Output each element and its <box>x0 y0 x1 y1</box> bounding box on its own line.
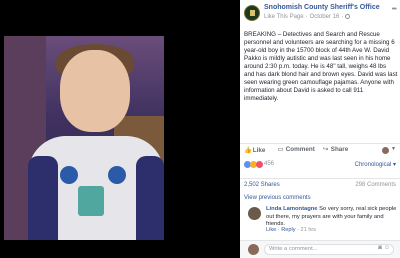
love-reaction-icon <box>256 161 263 168</box>
globe-icon <box>345 14 351 19</box>
share-label: Share <box>330 146 349 153</box>
viewer-avatar[interactable] <box>382 147 389 154</box>
comment-input[interactable]: Write a comment... <box>264 244 394 255</box>
photo-child-sleeve-left <box>28 156 58 240</box>
page-name-link[interactable]: Snohomish County Sheriff's Office <box>264 4 380 11</box>
comment-label: Comment <box>285 146 315 153</box>
photo-shirt-badge-right <box>108 166 126 184</box>
chevron-down-icon[interactable]: ▼ <box>391 146 396 152</box>
comment-composer: Write a comment... ◙☺ <box>240 240 400 258</box>
like-label: Like <box>252 147 266 154</box>
reactions-count[interactable]: 456 <box>264 161 274 167</box>
post-header: Snohomish County Sheriff's Office Like T… <box>240 0 400 28</box>
photo-viewer <box>0 0 240 258</box>
comment-like-link[interactable]: Like <box>266 227 276 233</box>
comments-count: 298 Comments <box>355 182 396 188</box>
shares-row: 2,502 Shares 298 Comments <box>240 178 400 190</box>
share-arrow-icon: ↪ <box>322 146 329 153</box>
post-photo[interactable] <box>4 36 164 240</box>
comment-reply-link[interactable]: Reply <box>281 227 295 233</box>
sheriff-badge-icon[interactable] <box>244 5 260 21</box>
photo-name-tag <box>78 186 104 216</box>
shares-count-link[interactable]: 2,502 Shares <box>244 182 280 188</box>
comment-item: Linda Lamontagne So very sorry, real sic… <box>240 204 400 238</box>
more-dots-icon[interactable]: ••• <box>392 6 397 13</box>
comment-author-link[interactable]: Linda Lamontagne <box>266 206 318 212</box>
share-button[interactable]: ↪ Share <box>322 146 348 153</box>
action-bar: 👍 Like ▭ Comment ↪ Share ▼ <box>240 143 400 155</box>
post-panel: Snohomish County Sheriff's Office Like T… <box>240 0 400 258</box>
photo-shirt-badge-left <box>60 166 78 184</box>
composer-icons: ◙☺ <box>378 245 392 251</box>
thumbs-up-icon: 👍 <box>244 147 252 154</box>
photo-child-sleeve-right <box>136 156 164 240</box>
comment-text-block: Linda Lamontagne So very sorry, real sic… <box>266 206 398 229</box>
photo-child-face <box>60 50 130 132</box>
emoji-icon[interactable]: ☺ <box>384 245 392 251</box>
composer-avatar <box>248 244 259 255</box>
comment-timestamp[interactable]: 21 hrs <box>301 227 317 233</box>
post-body-text: BREAKING – Detectives and Search and Res… <box>244 31 398 102</box>
comment-button[interactable]: ▭ Comment <box>277 146 315 153</box>
comment-order-dropdown[interactable]: Chronological ▾ <box>355 161 396 168</box>
like-page-link[interactable]: Like This Page <box>264 14 304 20</box>
comment-actions: Like · Reply · 21 hrs <box>266 227 317 233</box>
like-button[interactable]: 👍 Like <box>244 146 265 154</box>
reactions-row[interactable]: 456 Chronological ▾ <box>240 159 400 171</box>
commenter-avatar[interactable] <box>248 207 261 220</box>
view-previous-comments-link[interactable]: View previous comments <box>244 195 311 201</box>
post-date[interactable]: October 16 <box>310 14 340 20</box>
speech-bubble-icon: ▭ <box>277 146 284 153</box>
post-meta: Like This Page · October 16 · <box>264 14 351 20</box>
